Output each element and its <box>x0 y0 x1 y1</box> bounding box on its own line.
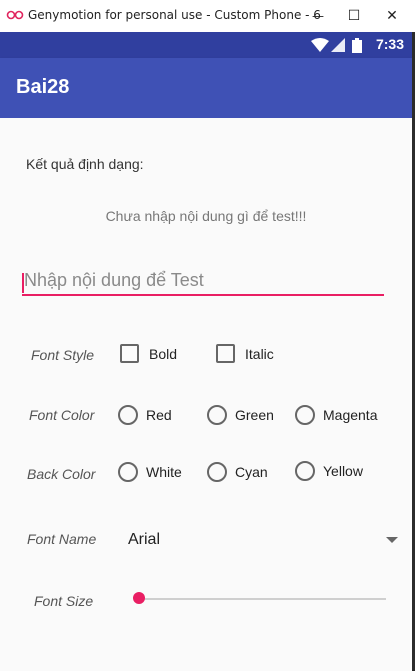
window-title-bar: Genymotion for personal use - Custom Pho… <box>0 0 415 33</box>
result-label: Kết quả định dạng: <box>26 156 144 172</box>
green-radio[interactable]: Green <box>207 405 274 425</box>
radio-icon <box>207 405 227 425</box>
status-bar: 7:33 <box>0 32 412 58</box>
yellow-label: Yellow <box>323 463 363 479</box>
back-color-label: Back Color <box>27 466 96 482</box>
close-icon: ✕ <box>386 8 398 24</box>
maximize-icon: ☐ <box>347 8 361 24</box>
white-label: White <box>146 464 182 480</box>
white-radio[interactable]: White <box>118 462 182 482</box>
main-content: Kết quả định dạng: Chưa nhập nội dung gì… <box>0 118 412 671</box>
checkbox-icon <box>120 344 139 363</box>
seekbar-thumb[interactable] <box>133 592 145 604</box>
test-text-input[interactable] <box>22 268 384 296</box>
italic-checkbox[interactable]: Italic <box>216 344 274 363</box>
italic-label: Italic <box>245 345 274 362</box>
genymotion-logo-icon <box>6 10 24 20</box>
action-bar: Bai28 <box>0 58 412 118</box>
bold-checkbox[interactable]: Bold <box>120 344 177 363</box>
bold-label: Bold <box>149 345 178 362</box>
cyan-radio[interactable]: Cyan <box>207 462 268 482</box>
font-name-value: Arial <box>128 531 161 548</box>
font-size-label: Font Size <box>34 593 94 609</box>
minimize-button[interactable]: — <box>300 0 336 32</box>
seekbar-track <box>134 598 386 600</box>
red-label: Red <box>146 407 172 423</box>
close-button[interactable]: ✕ <box>374 0 410 32</box>
cyan-label: Cyan <box>235 464 268 480</box>
wifi-icon <box>311 38 329 52</box>
magenta-radio[interactable]: Magenta <box>295 405 377 425</box>
yellow-radio[interactable]: Yellow <box>295 461 363 481</box>
magenta-label: Magenta <box>323 407 378 423</box>
dropdown-arrow-icon <box>386 537 398 543</box>
status-time: 7:33 <box>375 36 404 52</box>
font-size-seekbar[interactable] <box>133 592 386 606</box>
app-title: Bai28 <box>16 76 70 98</box>
green-label: Green <box>235 407 274 423</box>
red-radio[interactable]: Red <box>118 405 172 425</box>
checkbox-icon <box>216 344 235 363</box>
window-title: Genymotion for personal use - Custom Pho… <box>28 8 320 22</box>
font-color-label: Font Color <box>29 407 95 423</box>
radio-icon <box>295 405 315 425</box>
radio-icon <box>207 462 227 482</box>
font-name-spinner[interactable]: Arial <box>128 526 398 554</box>
battery-icon <box>352 38 362 53</box>
maximize-button[interactable]: ☐ <box>336 0 372 32</box>
radio-icon <box>118 405 138 425</box>
minimize-icon: — <box>312 9 324 23</box>
font-style-label: Font Style <box>31 347 95 363</box>
text-cursor <box>22 273 24 293</box>
radio-icon <box>295 461 315 481</box>
radio-icon <box>118 462 138 482</box>
font-name-label: Font Name <box>27 531 97 547</box>
result-text: Chưa nhập nội dung gì để test!!! <box>105 208 307 224</box>
cell-signal-icon <box>331 38 345 52</box>
